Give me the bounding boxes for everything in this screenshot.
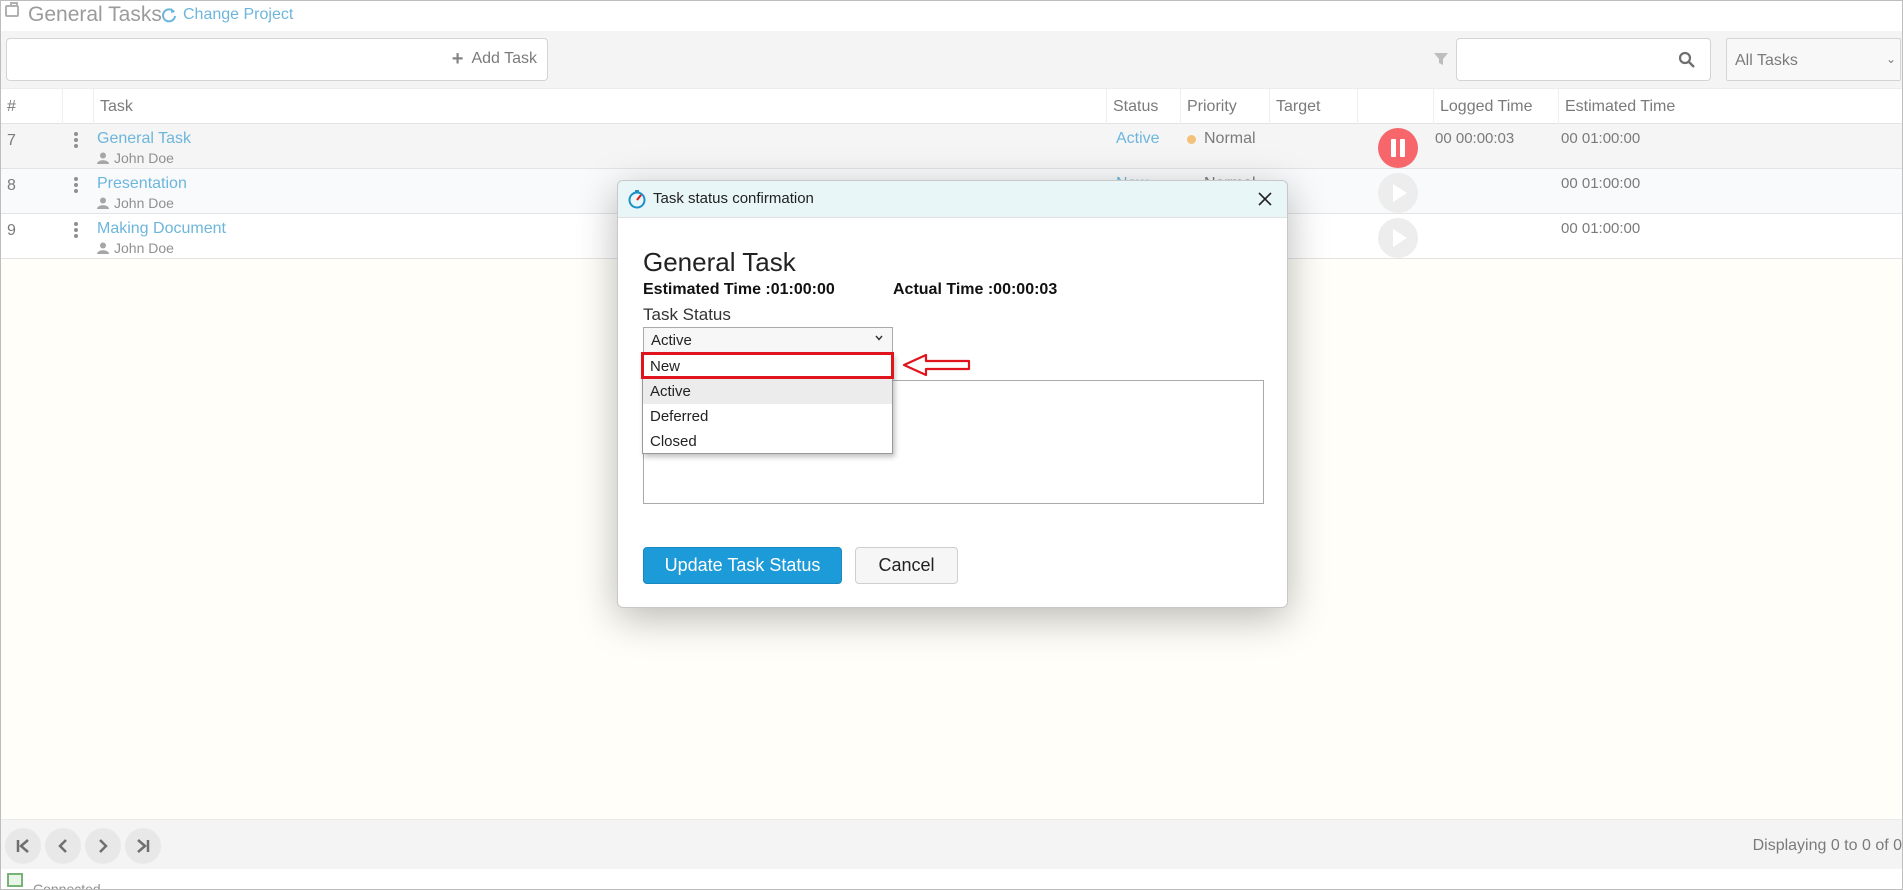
left-arrow-icon <box>902 353 971 377</box>
task-status-label: Task Status <box>643 305 731 324</box>
status-option-active[interactable]: Active <box>643 379 892 404</box>
status-option-closed[interactable]: Closed <box>643 429 892 454</box>
dialog-title: Task status confirmation <box>653 190 814 207</box>
close-icon[interactable] <box>1255 189 1275 209</box>
dialog-header: Task status confirmation <box>618 181 1287 218</box>
task-status-select[interactable]: Active <box>643 327 893 353</box>
dialog-task-name: General Task <box>643 247 796 277</box>
status-option-deferred[interactable]: Deferred <box>643 404 892 429</box>
update-task-status-button[interactable]: Update Task Status <box>643 547 842 584</box>
chevron-down-icon <box>875 335 883 341</box>
task-status-value: Active <box>651 332 692 349</box>
stopwatch-icon <box>628 190 646 209</box>
actual-time-label: Actual Time :00:00:03 <box>893 281 1058 298</box>
highlight-box <box>641 352 894 379</box>
estimated-time-label: Estimated Time :01:00:00 <box>643 281 835 298</box>
cancel-button[interactable]: Cancel <box>855 547 958 584</box>
